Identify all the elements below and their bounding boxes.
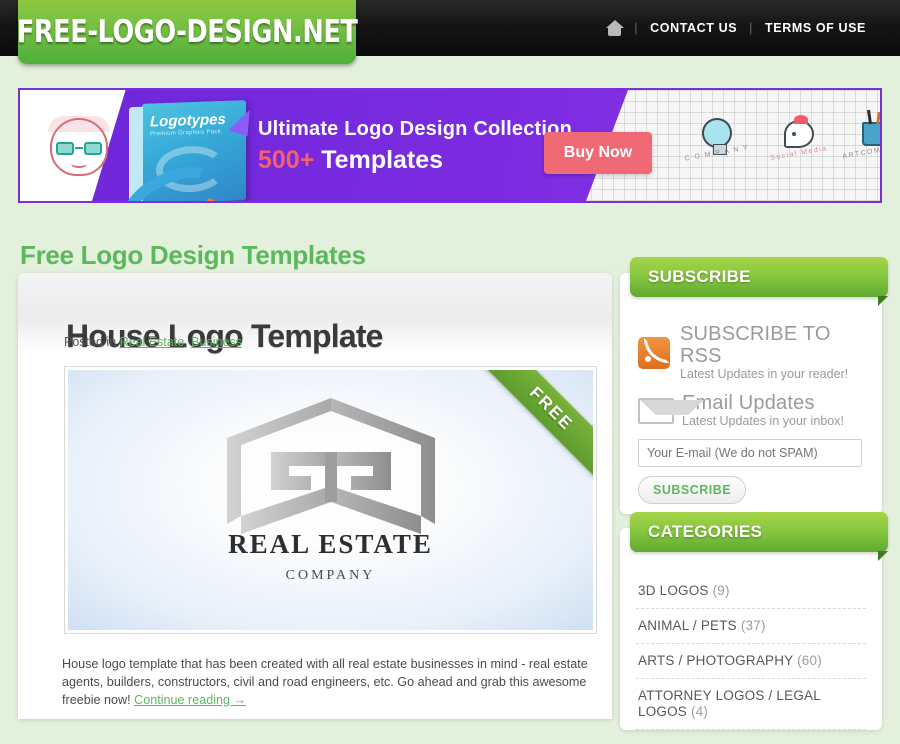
- sidebar: SUBSCRIBE SUBSCRIBE TO RSS Latest Update…: [620, 257, 888, 744]
- post-excerpt-wrapper: House logo template that has been create…: [62, 655, 594, 709]
- category-count: (60): [797, 653, 822, 668]
- category-item-arts-photography[interactable]: ARTS / PHOTOGRAPHY (60): [636, 644, 866, 679]
- pencil-cup-icon: [862, 122, 880, 146]
- email-input[interactable]: [638, 439, 862, 467]
- post-category-business[interactable]: Business: [191, 335, 242, 349]
- top-navigation: | CONTACT US | TERMS OF USE: [604, 0, 878, 56]
- subscribe-widget: SUBSCRIBE SUBSCRIBE TO RSS Latest Update…: [620, 257, 888, 514]
- email-updates-description: Latest Updates in your inbox!: [682, 414, 844, 428]
- banner-subheadline: 500+ Templates: [258, 146, 443, 175]
- category-label: ATTORNEY LOGOS / LEGAL LOGOS: [638, 688, 821, 719]
- rss-subscribe-row[interactable]: SUBSCRIBE TO RSS Latest Updates in your …: [620, 319, 882, 384]
- mini-logo-social-media: Social Media: [762, 115, 836, 162]
- category-item-attorney-legal-logos[interactable]: ATTORNEY LOGOS / LEGAL LOGOS (4): [636, 679, 866, 730]
- rss-title: SUBSCRIBE TO RSS: [680, 323, 831, 367]
- buy-now-button[interactable]: Buy Now: [544, 132, 652, 174]
- rss-icon: [638, 336, 670, 369]
- mini-logo-artcompany: ARTCOMPANY: [840, 116, 880, 160]
- rss-description: Latest Updates in your reader!: [680, 367, 849, 381]
- continue-reading-link[interactable]: Continue reading →: [134, 693, 246, 707]
- girl-smile-icon: [71, 160, 87, 168]
- envelope-icon: [638, 397, 704, 424]
- logo-canvas: REAL ESTATE COMPANY FREE: [68, 370, 593, 630]
- pack-subtitle: Premium Graphics Pack: [150, 129, 221, 138]
- pack-title: Logotypes: [150, 110, 226, 131]
- nav-terms-of-use[interactable]: TERMS OF USE: [753, 21, 878, 35]
- banner-headline: Ultimate Logo Design Collection: [258, 118, 572, 140]
- nav-contact-us[interactable]: CONTACT US: [638, 21, 749, 35]
- site-logo-text: FREE-LOGO-DESIGN.NET: [16, 14, 358, 50]
- email-updates-title: Email Updates: [682, 392, 815, 414]
- category-count: (4): [690, 704, 709, 719]
- category-item-animal-pets[interactable]: ANIMAL / PETS (37): [636, 609, 866, 644]
- logo-brand-name: REAL ESTATE: [228, 529, 433, 559]
- mini-logo-company: C O M P A N Y: [680, 118, 754, 163]
- post-meta: Posted in Real Estate, Business: [64, 335, 242, 349]
- category-label: ARTS / PHOTOGRAPHY: [638, 653, 794, 668]
- email-updates-row: Email Updates Latest Updates in your inb…: [620, 384, 882, 431]
- banner-count: 500+: [258, 146, 315, 174]
- subscribe-widget-heading: SUBSCRIBE: [630, 257, 888, 306]
- free-ribbon-badge: FREE: [478, 370, 593, 482]
- categories-widget-heading: CATEGORIES: [630, 512, 888, 561]
- girl-glasses-icon: [56, 142, 102, 155]
- category-label: ANIMAL / PETS: [638, 618, 737, 633]
- promo-banner[interactable]: Logotypes Premium Graphics Pack Ultimate…: [18, 88, 882, 203]
- category-count: (37): [740, 618, 766, 633]
- chick-icon: [784, 115, 814, 148]
- house-logo-mark: [226, 398, 435, 534]
- category-label: 3D LOGOS: [638, 583, 709, 598]
- category-count: (9): [712, 583, 730, 598]
- home-icon[interactable]: [604, 20, 625, 36]
- banner-templates-label: Templates: [321, 146, 444, 174]
- lightbulb-icon: [702, 118, 732, 155]
- logo-brand-sub: COMPANY: [285, 568, 376, 583]
- post-meta-prefix: Posted in: [64, 335, 120, 349]
- subscribe-button[interactable]: SUBSCRIBE: [638, 476, 747, 504]
- post-category-real-estate[interactable]: Real Estate: [120, 335, 185, 349]
- post-card: House Logo Template Posted in Real Estat…: [18, 273, 612, 719]
- post-featured-image[interactable]: REAL ESTATE COMPANY FREE: [64, 366, 597, 634]
- site-logo[interactable]: FREE-LOGO-DESIGN.NET: [16, 0, 358, 64]
- page-title: Free Logo Design Templates: [20, 240, 366, 271]
- category-item-3d-logos[interactable]: 3D LOGOS (9): [636, 574, 866, 609]
- categories-widget: CATEGORIES 3D LOGOS (9) ANIMAL / PETS (3…: [620, 512, 888, 730]
